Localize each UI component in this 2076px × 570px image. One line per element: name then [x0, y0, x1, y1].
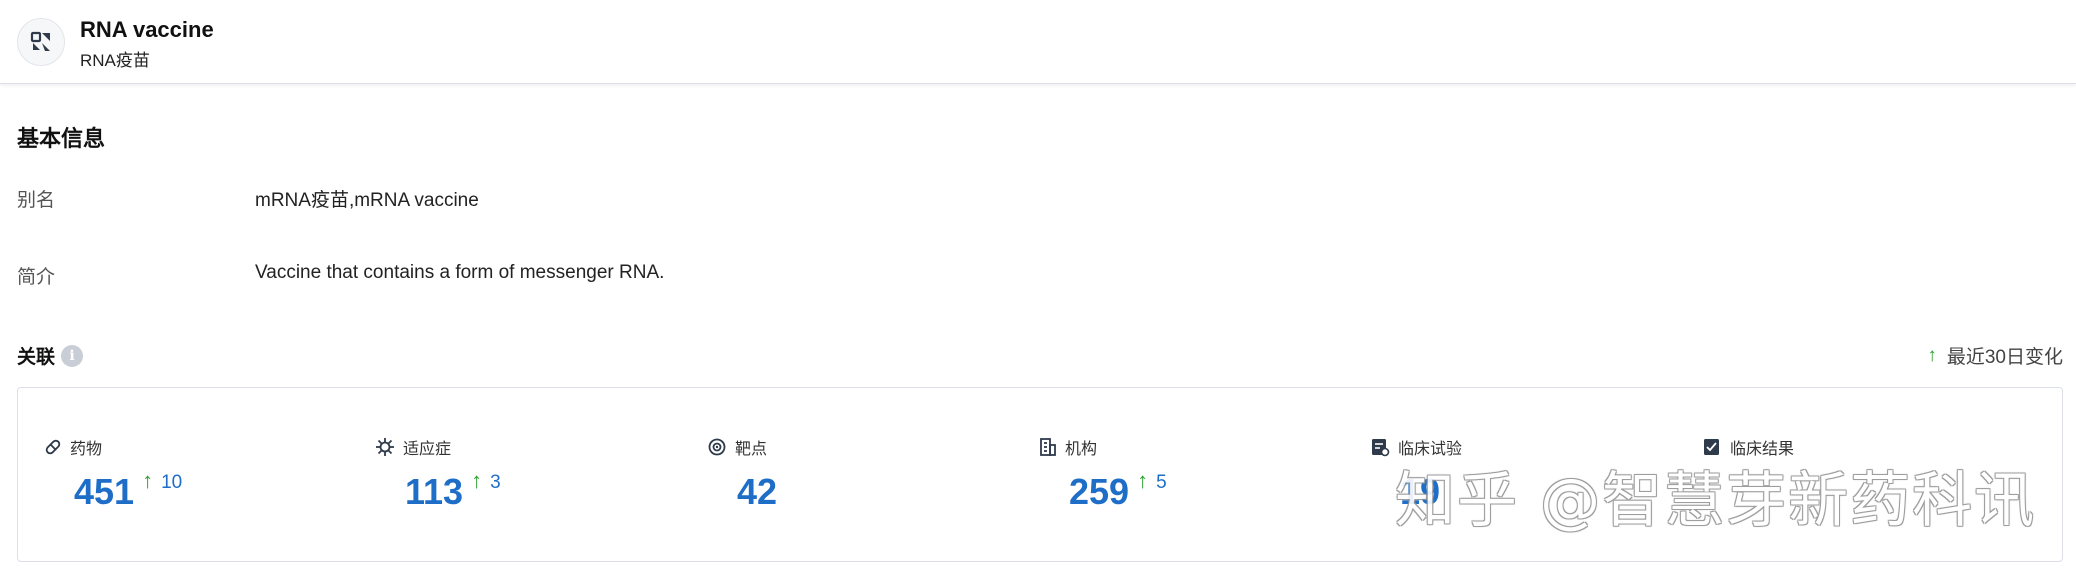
- stat-drugs[interactable]: 药物 451 ↑ 10: [44, 436, 344, 526]
- stat-delta[interactable]: 3: [490, 472, 501, 494]
- pill-icon: [45, 439, 61, 455]
- stat-label: 药物: [70, 441, 103, 458]
- recent-change-legend: ↑ 最近30日变化: [1927, 342, 2063, 369]
- page-header: RNA vaccine RNA疫苗: [0, 0, 2076, 84]
- stat-delta[interactable]: 5: [1156, 472, 1167, 494]
- vaccine-icon: [17, 18, 65, 66]
- description-label: 简介: [17, 267, 56, 288]
- relations-title: 关联 i: [17, 342, 84, 369]
- stat-value[interactable]: 451: [74, 474, 134, 510]
- stat-organizations[interactable]: 机构 259 ↑ 5: [1039, 436, 1339, 526]
- relations-title-text: 关联: [17, 347, 56, 368]
- stat-indications[interactable]: 适应症 113 ↑ 3: [375, 436, 675, 526]
- description-value: Vaccine that contains a form of messenge…: [255, 262, 665, 283]
- up-arrow-icon: ↑: [142, 468, 154, 493]
- page-subtitle: RNA疫苗: [80, 51, 150, 70]
- clinical-trial-icon: [1372, 439, 1390, 457]
- stat-value[interactable]: 42: [737, 474, 777, 510]
- virus-icon: [376, 438, 394, 456]
- stat-value[interactable]: 113: [405, 474, 463, 510]
- stat-targets[interactable]: 靶点 42: [707, 436, 1007, 526]
- stat-label: 适应症: [403, 441, 452, 458]
- up-arrow-icon: ↑: [1927, 344, 1937, 366]
- stat-label: 靶点: [735, 441, 768, 458]
- target-icon: [708, 438, 726, 456]
- recent-change-label: 最近30日变化: [1946, 347, 2063, 368]
- up-arrow-icon: ↑: [471, 468, 483, 493]
- alias-label: 别名: [17, 190, 56, 211]
- building-icon: [1040, 438, 1056, 456]
- up-arrow-icon: ↑: [1137, 468, 1149, 493]
- basic-info-title: 基本信息: [17, 126, 106, 151]
- page-title: RNA vaccine: [80, 17, 214, 42]
- alias-value: mRNA疫苗,mRNA vaccine: [255, 190, 479, 211]
- stat-delta[interactable]: 10: [161, 472, 182, 494]
- stat-value[interactable]: 259: [1069, 474, 1129, 510]
- info-icon[interactable]: i: [61, 344, 84, 367]
- watermark: 知乎 @智慧芽新药科讯: [1395, 466, 2037, 536]
- stat-label: 机构: [1065, 441, 1098, 458]
